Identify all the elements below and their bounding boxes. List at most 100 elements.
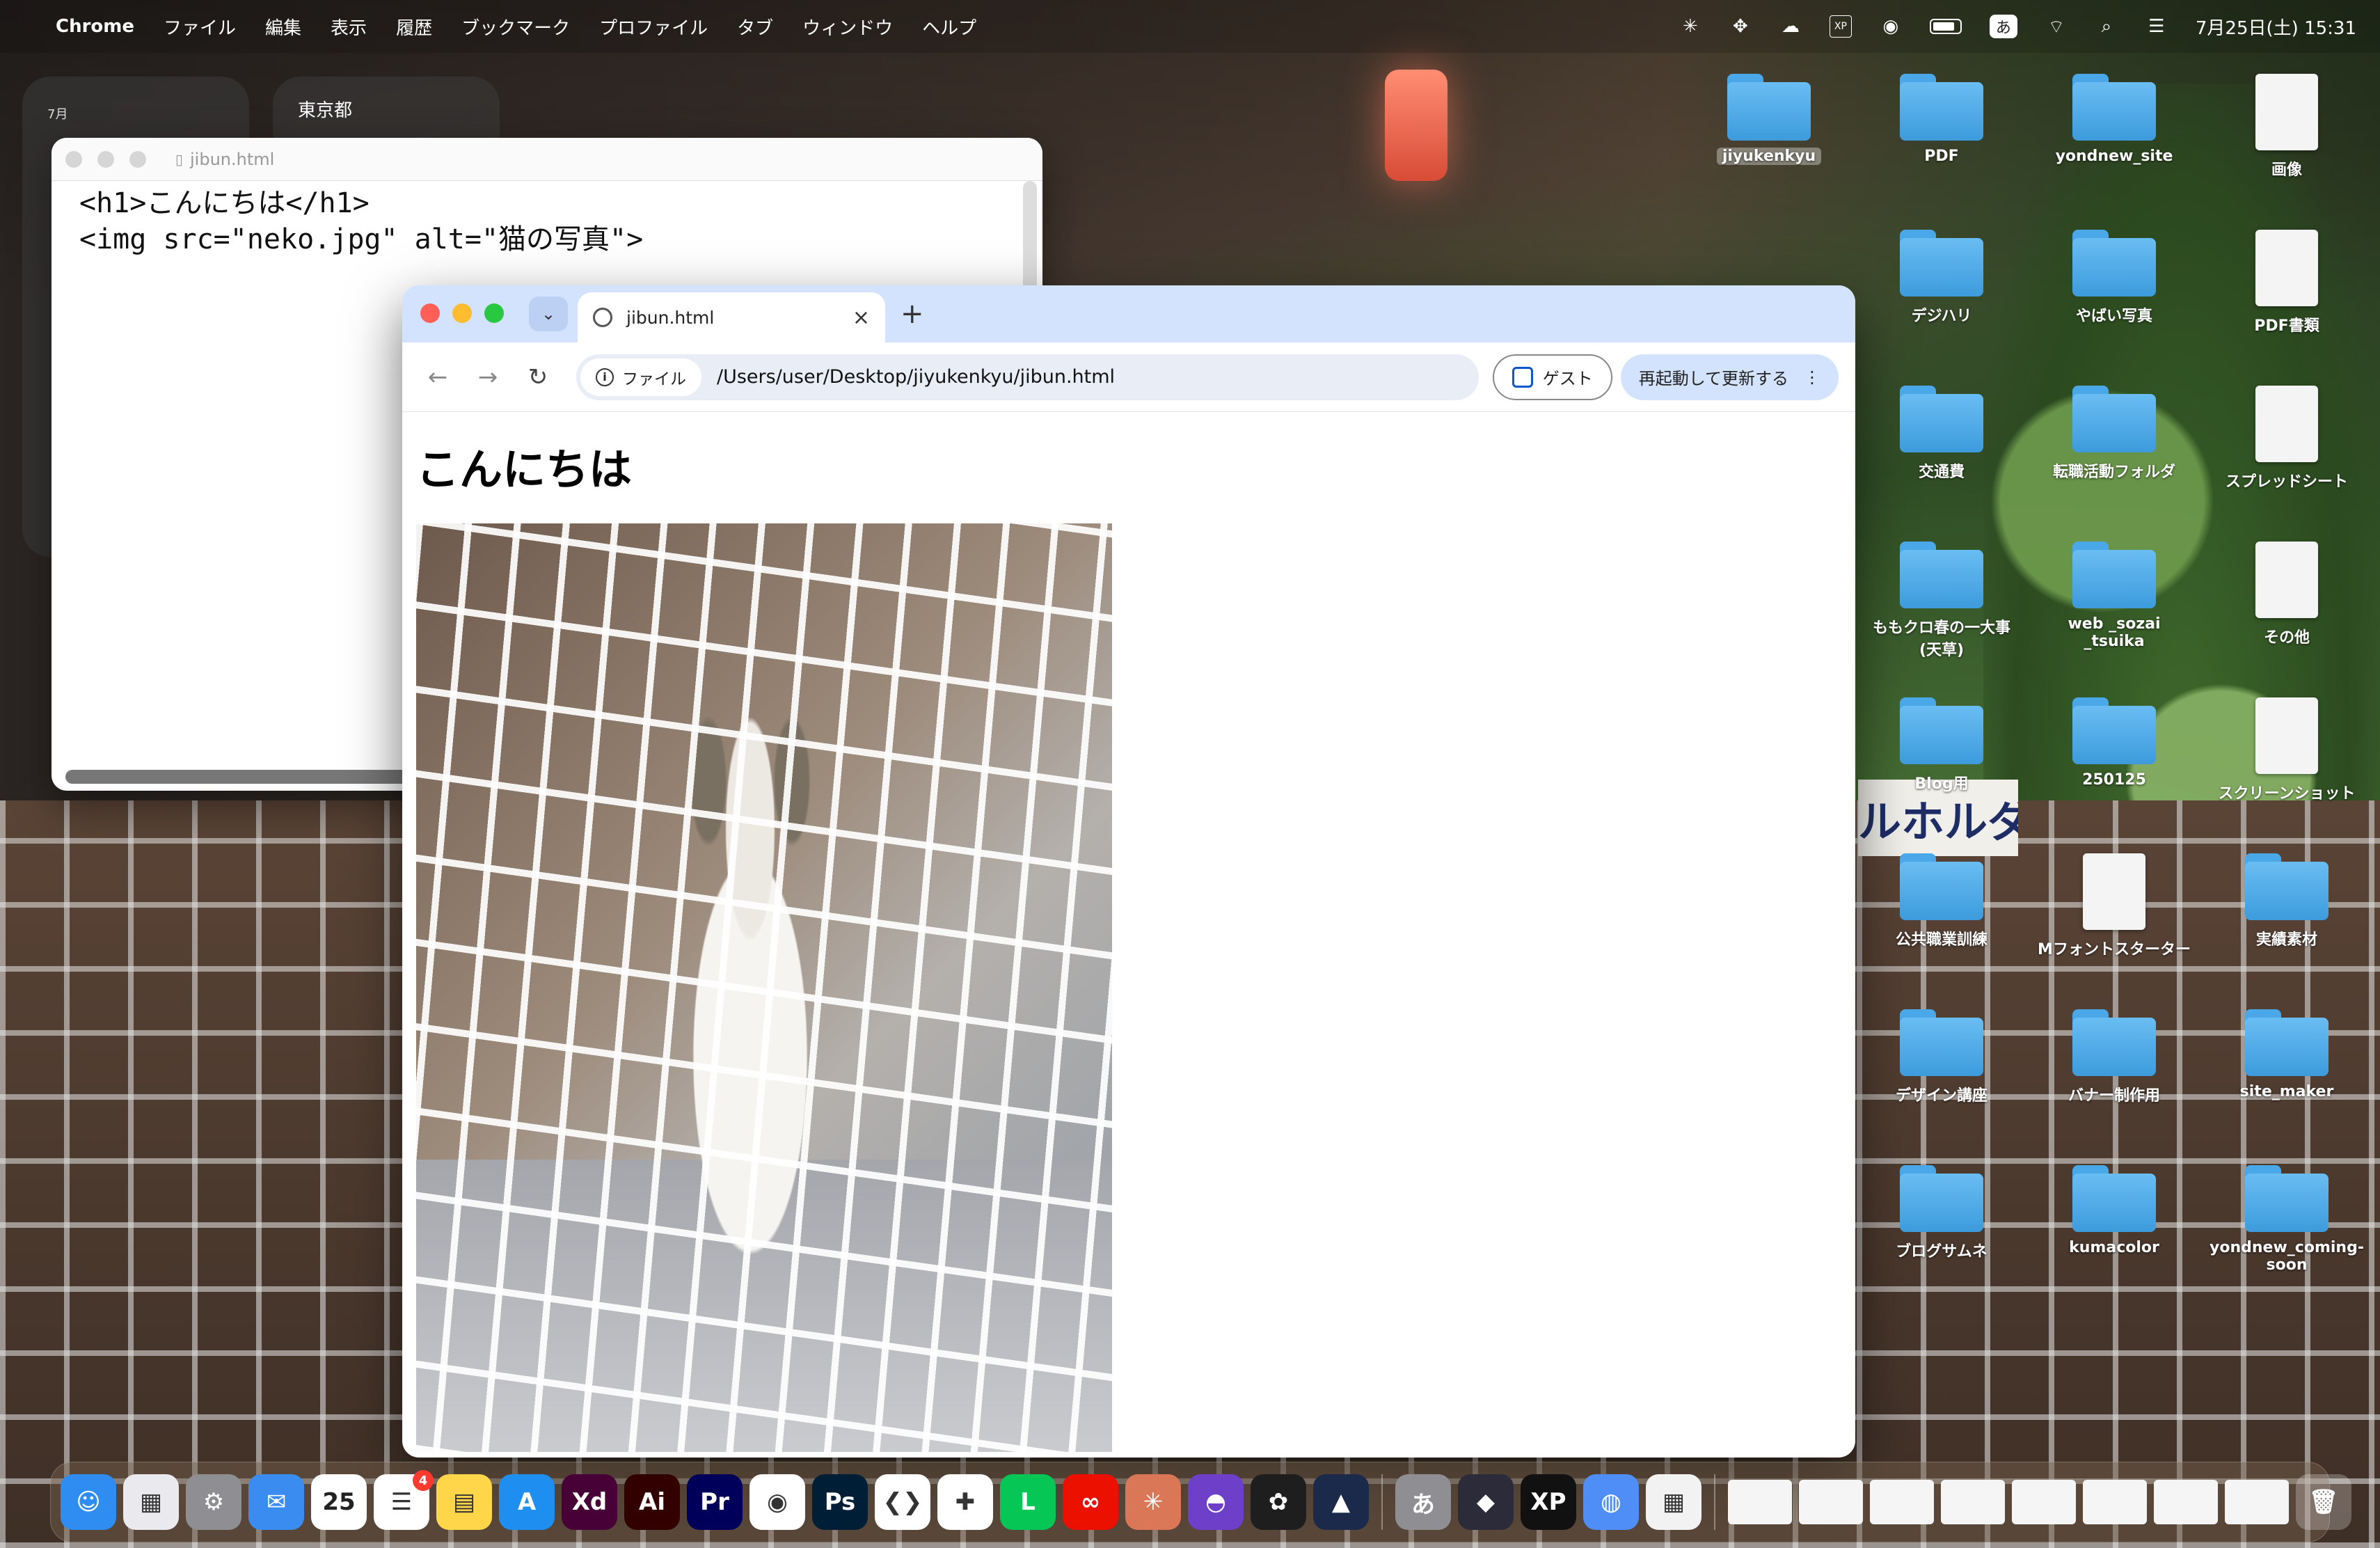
- figma-status-icon[interactable]: ✥: [1729, 15, 1752, 38]
- desktop-item[interactable]: スクリーンショット: [2210, 697, 2363, 803]
- desktop-item[interactable]: yondnew_site: [2038, 74, 2191, 165]
- desktop-item[interactable]: web _sozai _tsuika: [2038, 542, 2191, 650]
- desktop-item[interactable]: 画像: [2210, 74, 2363, 180]
- affinity-icon[interactable]: ▲: [1313, 1474, 1369, 1530]
- desktop-item[interactable]: 公共職業訓練: [1865, 853, 2018, 949]
- editor-text-area[interactable]: <h1>こんにちは</h1> <img src="neko.jpg" alt="…: [51, 181, 1042, 262]
- site-info-chip[interactable]: i ファイル: [580, 358, 701, 396]
- desktop-item[interactable]: Blog用: [1865, 697, 2018, 793]
- dock-minimized-window-thumbnail[interactable]: [1728, 1480, 1792, 1524]
- desktop-item[interactable]: デジハリ: [1865, 230, 2018, 326]
- adobe-xd-icon[interactable]: Xd: [562, 1474, 617, 1530]
- finder-icon[interactable]: ☺: [61, 1474, 116, 1530]
- vscode-icon[interactable]: ❮❯: [875, 1474, 930, 1530]
- dock-minimized-window-thumbnail[interactable]: [2225, 1480, 2289, 1524]
- menu-file[interactable]: ファイル: [164, 14, 236, 40]
- calendar-icon[interactable]: 25: [311, 1474, 367, 1530]
- wifi-icon[interactable]: ⌔: [2045, 15, 2068, 38]
- desktop-item[interactable]: ももクロ春の一大事(天草): [1865, 542, 2018, 660]
- forward-arrow-icon[interactable]: →: [469, 363, 507, 391]
- line-status-icon[interactable]: ◉: [1880, 15, 1902, 38]
- desktop-item[interactable]: その他: [2210, 542, 2363, 647]
- desktop-item[interactable]: site_maker: [2210, 1009, 2363, 1100]
- creative-cloud-icon[interactable]: ∞: [1063, 1474, 1118, 1530]
- menu-view[interactable]: 表示: [331, 14, 367, 40]
- reload-icon[interactable]: ↻: [519, 363, 557, 391]
- trash-icon[interactable]: 🗑: [2296, 1474, 2351, 1530]
- chrome-window[interactable]: ⌄ jibun.html × + ← → ↻ i ファイル /Users/use…: [402, 285, 1855, 1458]
- slack-icon[interactable]: ✚: [937, 1474, 993, 1530]
- relaunch-update-button[interactable]: 再起動して更新する ⋮: [1620, 354, 1839, 400]
- menu-edit[interactable]: 編集: [265, 14, 301, 40]
- back-arrow-icon[interactable]: ←: [419, 363, 457, 391]
- desktop-item[interactable]: デザイン講座: [1865, 1009, 2018, 1105]
- desktop-item[interactable]: ブログサムネ: [1865, 1165, 2018, 1261]
- notes-icon[interactable]: ▤: [436, 1474, 492, 1530]
- dock-minimized-window-thumbnail[interactable]: [1799, 1480, 1863, 1524]
- premiere-icon[interactable]: Pr: [687, 1474, 743, 1530]
- editor-minimize-button[interactable]: [97, 150, 114, 168]
- desktop-item[interactable]: 交通費: [1865, 386, 2018, 482]
- browser-tab-active[interactable]: jibun.html ×: [578, 292, 885, 342]
- dock-minimized-window-thumbnail[interactable]: [1941, 1480, 2005, 1524]
- dock-minimized-window-thumbnail[interactable]: [2154, 1480, 2218, 1524]
- desktop-item[interactable]: 転職活動フォルダ: [2038, 386, 2191, 482]
- desktop-item[interactable]: 実績素材: [2210, 853, 2363, 949]
- menu-window[interactable]: ウィンドウ: [802, 14, 893, 40]
- chrome-minimize-button[interactable]: [452, 303, 472, 323]
- dock-minimized-window-thumbnail[interactable]: [1870, 1480, 1934, 1524]
- desktop-item[interactable]: Mフォントスターター: [2038, 853, 2191, 959]
- desktop-item[interactable]: PDF: [1865, 74, 2018, 165]
- desktop-item[interactable]: やばい写真: [2038, 230, 2191, 326]
- chrome-icon[interactable]: ◉: [749, 1474, 805, 1530]
- desktop-item[interactable]: jiyukenkyu: [1692, 74, 1846, 165]
- line-icon[interactable]: L: [1000, 1474, 1056, 1530]
- dock-minimized-window-thumbnail[interactable]: [2083, 1480, 2147, 1524]
- menu-profiles[interactable]: プロファイル: [599, 14, 708, 40]
- ime-icon[interactable]: あ: [1395, 1474, 1451, 1530]
- address-bar[interactable]: i ファイル /Users/user/Desktop/jiyukenkyu/ji…: [576, 354, 1479, 400]
- editor-titlebar[interactable]: ▯ jibun.html: [51, 138, 1042, 181]
- desktop-item[interactable]: スプレッドシート: [2210, 386, 2363, 491]
- menu-tab[interactable]: タブ: [737, 14, 773, 40]
- spotlight-search-icon[interactable]: ⌕: [2095, 15, 2118, 38]
- editor-zoom-button[interactable]: [129, 150, 146, 168]
- desktop-item[interactable]: バナー制作用: [2038, 1009, 2191, 1105]
- menu-help[interactable]: ヘルプ: [922, 14, 976, 40]
- claude-status-icon[interactable]: ✳: [1679, 15, 1701, 38]
- input-method-indicator[interactable]: あ: [1989, 15, 2017, 38]
- obsidian-icon[interactable]: ◆: [1458, 1474, 1514, 1530]
- more-vertical-icon[interactable]: ⋮: [1804, 368, 1820, 387]
- claude-icon[interactable]: ✳: [1125, 1474, 1181, 1530]
- app-store-icon[interactable]: A: [499, 1474, 555, 1530]
- tab-search-chevron-icon[interactable]: ⌄: [529, 297, 568, 331]
- menu-bookmarks[interactable]: ブックマーク: [461, 14, 570, 40]
- cleanup-icon[interactable]: ◍: [1583, 1474, 1639, 1530]
- tab-close-icon[interactable]: ×: [852, 306, 870, 330]
- reminders-icon[interactable]: ☰ 4: [374, 1470, 434, 1530]
- desktop-item[interactable]: kumacolor: [2038, 1165, 2191, 1256]
- github-icon[interactable]: ◓: [1188, 1474, 1244, 1530]
- spreadsheet-app-icon[interactable]: ▦: [1646, 1474, 1701, 1530]
- desktop-item[interactable]: PDF書類: [2210, 230, 2363, 335]
- photoshop-icon[interactable]: Ps: [812, 1474, 868, 1530]
- desktop-item[interactable]: yondnew_coming-soon: [2210, 1165, 2364, 1274]
- mail-icon[interactable]: ✉: [248, 1474, 304, 1530]
- system-settings-icon[interactable]: ⚙: [186, 1474, 241, 1530]
- chrome-close-button[interactable]: [420, 303, 440, 323]
- illustrator-icon[interactable]: Ai: [624, 1474, 680, 1530]
- battery-icon[interactable]: [1929, 19, 1962, 34]
- creative-cloud-status-icon[interactable]: ☁: [1779, 15, 1802, 38]
- launchpad-icon[interactable]: ▦: [123, 1474, 179, 1530]
- control-center-icon[interactable]: ☰: [2145, 15, 2168, 38]
- address-url[interactable]: /Users/user/Desktop/jiyukenkyu/jibun.htm…: [717, 366, 1115, 388]
- xppen-icon[interactable]: XP: [1521, 1474, 1576, 1530]
- menu-history[interactable]: 履歴: [396, 14, 432, 40]
- guest-profile-button[interactable]: ゲスト: [1492, 354, 1612, 400]
- dock-minimized-window-thumbnail[interactable]: [2012, 1480, 2076, 1524]
- desktop-item[interactable]: 250125: [2038, 697, 2191, 789]
- new-tab-plus-icon[interactable]: +: [901, 298, 924, 330]
- xppen-status-icon[interactable]: XP: [1829, 15, 1852, 38]
- editor-close-button[interactable]: [65, 150, 82, 168]
- figma-icon[interactable]: ✿: [1251, 1474, 1306, 1530]
